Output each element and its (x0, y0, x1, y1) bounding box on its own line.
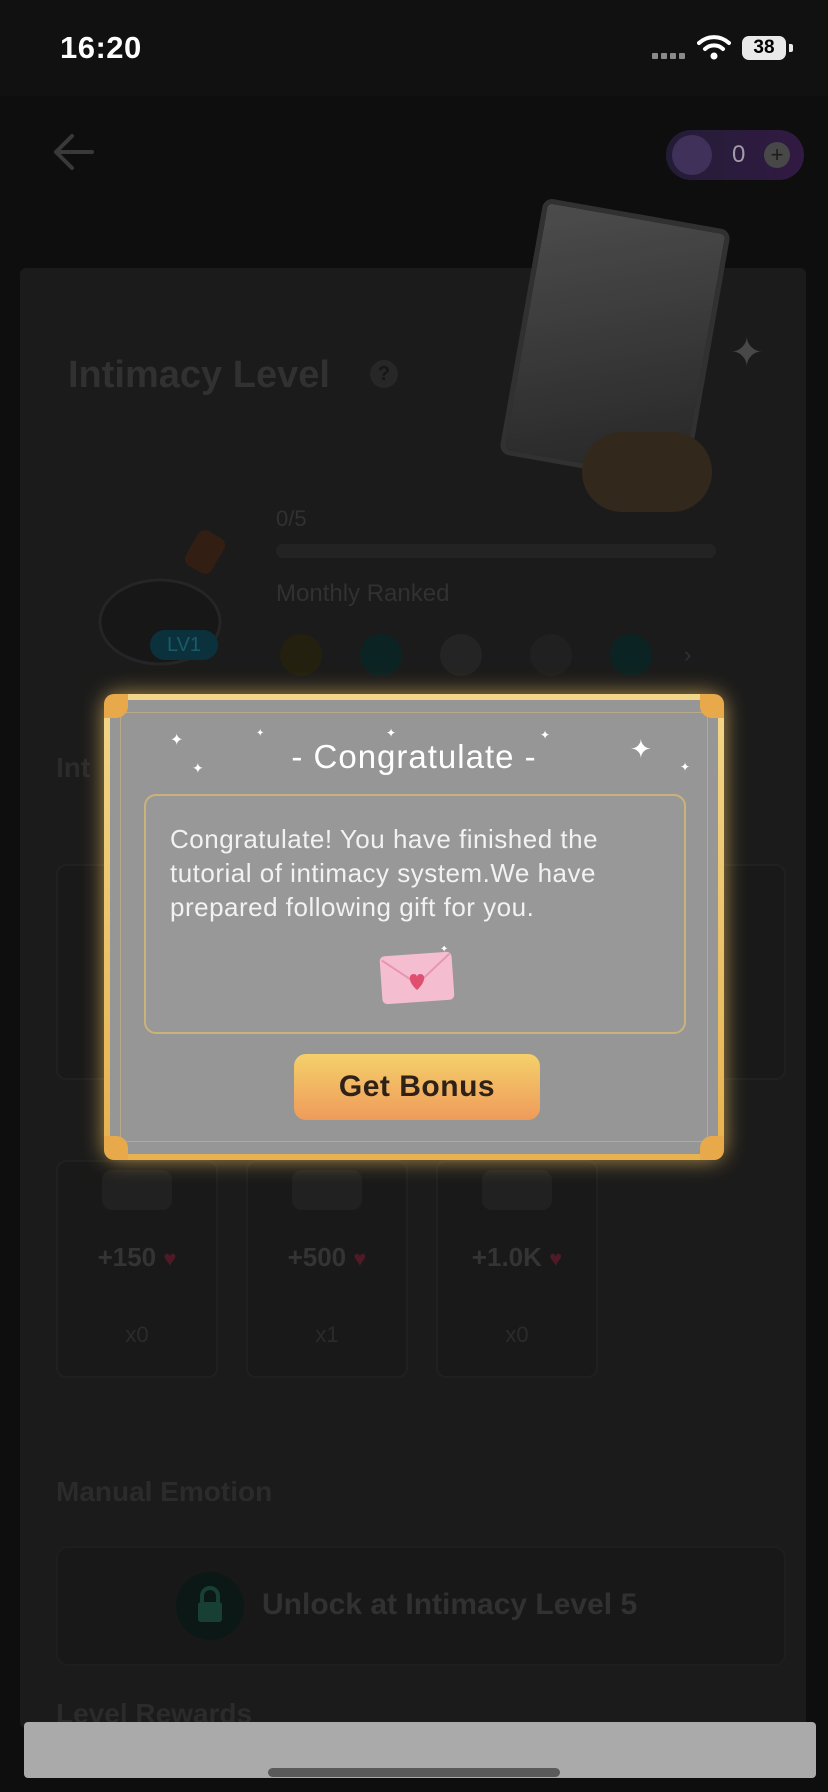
svg-text:✦: ✦ (440, 946, 448, 955)
corner-ornament (104, 694, 128, 718)
get-bonus-button[interactable]: Get Bonus (294, 1054, 540, 1120)
battery-icon: 38 (742, 36, 786, 60)
dialog-body: ✦ ✦ ✦ ✦ ✦ ✦ ✦ - Congratulate - Congratul… (104, 694, 724, 1160)
dialog-title: - Congratulate - (291, 738, 537, 775)
dialog-message: Congratulate! You have finished the tuto… (170, 824, 599, 922)
corner-ornament (700, 1136, 724, 1160)
status-bar: 16:20 38 (0, 0, 828, 96)
corner-ornament (104, 1136, 128, 1160)
battery-tip (789, 44, 793, 52)
wifi-icon (697, 34, 731, 65)
signal-icon (652, 46, 688, 64)
corner-ornament (700, 694, 724, 718)
status-time: 16:20 (60, 30, 142, 65)
envelope-icon: ✦ (378, 944, 456, 1011)
dialog-message-box: Congratulate! You have finished the tuto… (144, 794, 686, 1034)
congratulate-dialog: ✦ ✦ ✦ ✦ ✦ ✦ ✦ - Congratulate - Congratul… (104, 694, 724, 1160)
